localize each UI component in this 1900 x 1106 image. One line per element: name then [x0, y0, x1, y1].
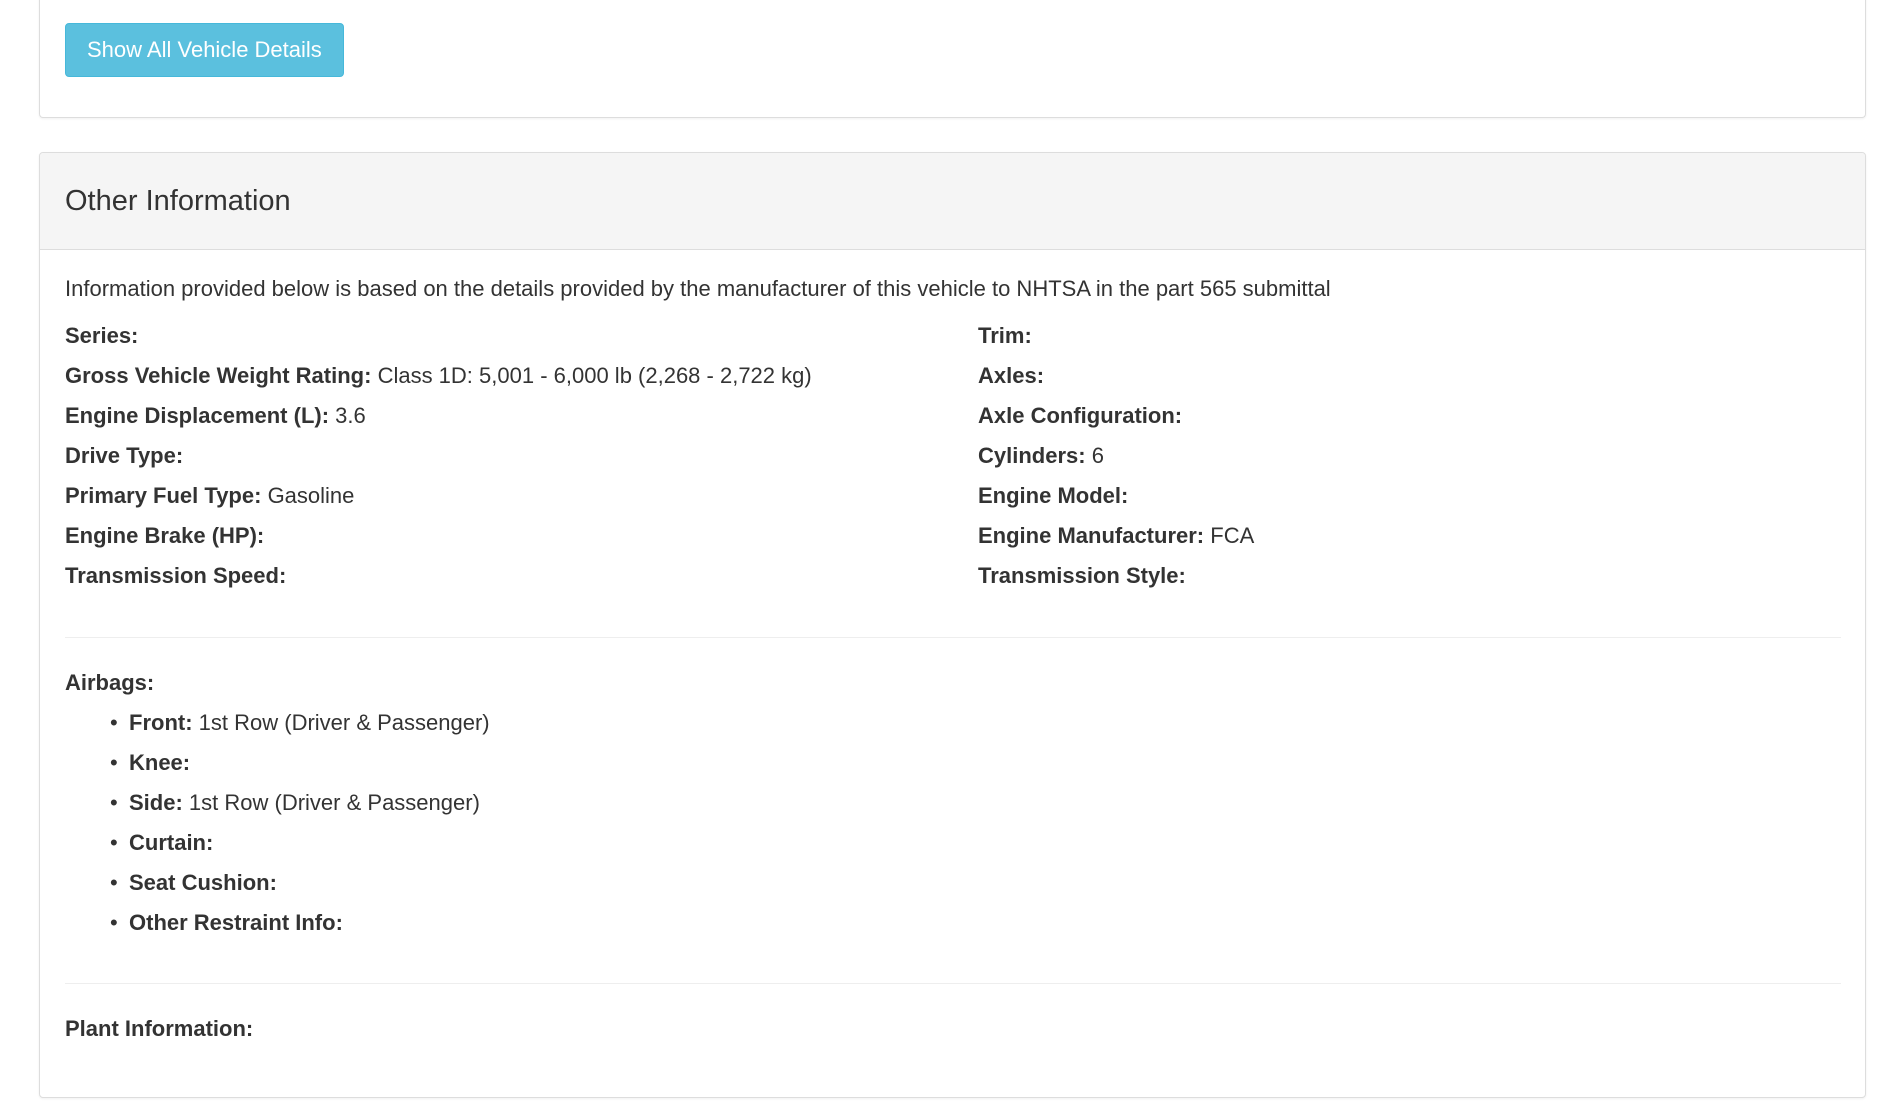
airbag-label: Knee:	[129, 750, 191, 775]
spec-trim: Trim:	[978, 316, 1254, 356]
panel-title: Other Information	[65, 185, 291, 217]
bullet-icon: •	[110, 910, 118, 935]
spec-label: Axle Configuration:	[978, 403, 1183, 428]
intro-text: Information provided below is based on t…	[65, 276, 1331, 301]
spec-axle-configuration: Axle Configuration:	[978, 396, 1254, 436]
section-divider	[65, 983, 1841, 984]
spec-label: Axles:	[978, 363, 1045, 388]
spec-engine-manufacturer: Engine Manufacturer: FCA	[978, 516, 1254, 556]
airbag-seat-cushion: • Seat Cushion:	[65, 863, 490, 903]
spec-label: Cylinders:	[978, 443, 1086, 468]
spec-label: Transmission Style:	[978, 563, 1186, 588]
spec-label: Transmission Speed:	[65, 563, 287, 588]
section-divider	[65, 637, 1841, 638]
airbag-front: • Front: 1st Row (Driver & Passenger)	[65, 703, 490, 743]
spec-engine-model: Engine Model:	[978, 476, 1254, 516]
spec-label: Engine Brake (HP):	[65, 523, 265, 548]
spec-label: Gross Vehicle Weight Rating:	[65, 363, 372, 388]
airbag-list: • Front: 1st Row (Driver & Passenger) • Kn…	[65, 703, 490, 943]
panel-heading: Other Information	[40, 153, 1865, 250]
airbag-label: Seat Cushion:	[129, 870, 277, 895]
spec-label: Drive Type:	[65, 443, 184, 468]
spec-value: 6	[1091, 443, 1104, 468]
spec-label: Series:	[65, 323, 139, 348]
spec-series: Series:	[65, 316, 812, 356]
bullet-icon: •	[110, 790, 118, 815]
spec-axles: Axles:	[978, 356, 1254, 396]
airbag-label: Front:	[129, 710, 193, 735]
airbag-label: Curtain:	[129, 830, 214, 855]
spec-value: 3.6	[335, 403, 366, 428]
vehicle-details-panel: Show All Vehicle Details	[39, 0, 1866, 118]
airbag-other-restraint: • Other Restraint Info:	[65, 903, 490, 943]
airbags-heading: Airbags:	[65, 670, 155, 695]
spec-drive-type: Drive Type:	[65, 436, 812, 476]
airbag-label: Other Restraint Info:	[129, 910, 343, 935]
show-all-vehicle-details-button[interactable]: Show All Vehicle Details	[65, 23, 344, 77]
airbag-side: • Side: 1st Row (Driver & Passenger)	[65, 783, 490, 823]
airbag-curtain: • Curtain:	[65, 823, 490, 863]
airbag-label: Side:	[129, 790, 183, 815]
bullet-icon: •	[110, 830, 118, 855]
spec-label: Engine Displacement (L):	[65, 403, 330, 428]
spec-value: Class 1D: 5,001 - 6,000 lb (2,268 - 2,72…	[377, 363, 812, 388]
spec-gvwr: Gross Vehicle Weight Rating: Class 1D: 5…	[65, 356, 812, 396]
spec-value: Gasoline	[267, 483, 355, 508]
spec-label: Primary Fuel Type:	[65, 483, 262, 508]
airbag-knee: • Knee:	[65, 743, 490, 783]
spec-primary-fuel-type: Primary Fuel Type: Gasoline	[65, 476, 812, 516]
spec-cylinders: Cylinders: 6	[978, 436, 1254, 476]
spec-label: Engine Manufacturer:	[978, 523, 1205, 548]
spec-engine-brake: Engine Brake (HP):	[65, 516, 812, 556]
spec-column-right: Trim: Axles: Axle Configuration: Cylinde…	[978, 316, 1254, 596]
spec-transmission-style: Transmission Style:	[978, 556, 1254, 596]
bullet-icon: •	[110, 870, 118, 895]
spec-label: Trim:	[978, 323, 1032, 348]
spec-value: FCA	[1210, 523, 1255, 548]
plant-information-heading: Plant Information:	[65, 1016, 254, 1041]
airbag-value: 1st Row (Driver & Passenger)	[188, 790, 480, 815]
other-information-panel: Other Information Information provided b…	[39, 152, 1866, 1098]
spec-transmission-speed: Transmission Speed:	[65, 556, 812, 596]
bullet-icon: •	[110, 710, 118, 735]
spec-engine-displacement: Engine Displacement (L): 3.6	[65, 396, 812, 436]
page: Show All Vehicle Details Other Informati…	[0, 0, 1900, 1106]
spec-column-left: Series: Gross Vehicle Weight Rating: Cla…	[65, 316, 812, 596]
bullet-icon: •	[110, 750, 118, 775]
spec-label: Engine Model:	[978, 483, 1129, 508]
airbag-value: 1st Row (Driver & Passenger)	[198, 710, 490, 735]
